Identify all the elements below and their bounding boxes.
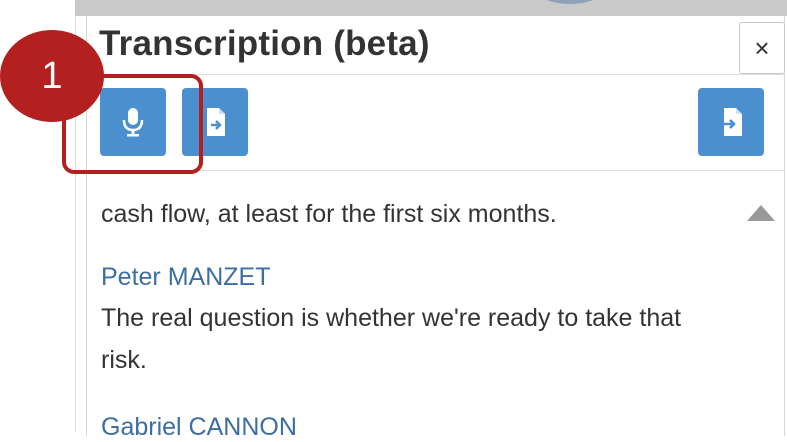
pane-title: Transcription (beta): [99, 24, 430, 63]
close-button[interactable]: ×: [739, 22, 785, 74]
callout-number: 1: [41, 55, 63, 97]
export-transcript-button[interactable]: [698, 88, 764, 156]
pane-header: Transcription (beta) ×: [87, 16, 785, 75]
transcript-text: The real question is whether we're ready…: [101, 304, 682, 374]
close-icon: ×: [754, 33, 770, 63]
callout-badge: 1: [0, 30, 104, 122]
document-import-icon: [207, 108, 225, 136]
scroll-up-icon[interactable]: [747, 205, 775, 221]
transcript-text: cash flow, at least for the first six mo…: [101, 200, 557, 228]
transcript-list[interactable]: cash flow, at least for the first six mo…: [87, 171, 784, 441]
document-export-icon: [718, 108, 742, 136]
speaker-name: Peter MANZET: [101, 263, 271, 291]
background-window-bar: [75, 0, 787, 16]
speaker-name: Gabriel CANNON: [101, 413, 297, 441]
